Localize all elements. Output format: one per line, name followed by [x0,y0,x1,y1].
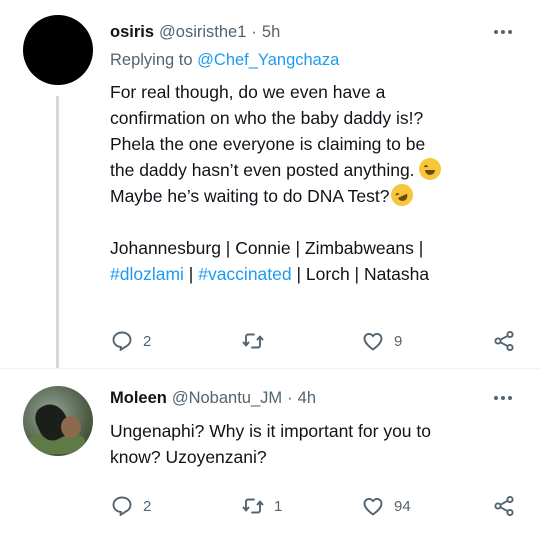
retweet-count: 1 [274,497,283,515]
tweet[interactable]: Moleen @Nobantu_JM · 4h Ungenaphi? Why i… [0,368,540,543]
retweet-icon [242,333,264,349]
like-button[interactable]: 9 [361,326,402,356]
tweet-text: For real though, do we even have a confi… [110,79,522,287]
tweet-actions: 2 9 [110,326,520,356]
reply-bubble-icon [112,496,132,516]
hashtag-link[interactable]: #vaccinated [198,264,291,284]
tweet-actions: 2 1 94 [110,491,520,521]
tags-line: #dlozlami | #vaccinated | Lorch | Natash… [110,261,522,287]
text-line: Phela the one everyone is claiming to be [110,134,426,154]
tweet-header: osiris @osiristhe1 · 5h [110,21,522,43]
laughing-tears-emoji-icon [418,158,441,180]
user-handle[interactable]: @Nobantu_JM [172,389,282,408]
tags-line: Johannesburg | Connie | Zimbabweans | [110,238,424,258]
more-button[interactable] [488,21,518,43]
share-icon [494,495,514,517]
retweet-button[interactable]: 1 [241,491,282,521]
more-horizontal-icon [494,30,512,34]
replying-to-link[interactable]: @Chef_Yangchaza [197,51,339,69]
reply-button[interactable]: 2 [110,491,151,521]
thread-line [56,96,59,368]
text-line: Ungenaphi? Why is it important for you t… [110,421,431,441]
reply-count: 2 [143,497,152,515]
text-line: For real though, do we even have a [110,82,386,102]
text-line: know? Uzoyenzani? [110,447,267,467]
hashtag-link[interactable]: #dlozlami [110,264,184,284]
heart-icon [363,497,383,516]
retweet-button[interactable] [241,326,274,356]
separator-dot: · [251,22,257,41]
heart-icon [363,332,383,351]
separator-dot: · [287,388,293,407]
reply-button[interactable]: 2 [110,326,151,356]
like-count: 9 [394,332,403,350]
rolling-laughing-emoji-icon [386,180,417,210]
timestamp[interactable]: 4h [298,389,316,408]
replying-to: Replying to @Chef_Yangchaza [110,51,522,73]
reply-count: 2 [143,332,152,350]
like-button[interactable]: 94 [361,491,411,521]
tags-tail: | Lorch | Natasha [291,264,430,284]
text-line: confirmation on who the baby daddy is!? [110,108,424,128]
tag-separator: | [183,264,199,284]
replying-to-label: Replying to [110,51,193,69]
text-line: the daddy hasn’t even posted anything. [110,157,522,183]
user-handle[interactable]: @osiristhe1 [159,23,246,42]
timestamp[interactable]: 5h [262,23,280,42]
avatar[interactable] [23,15,93,85]
reply-bubble-icon [112,331,132,351]
display-name[interactable]: osiris [110,23,154,42]
text-line-content: the daddy hasn’t even posted anything. [110,160,415,180]
tweet-header: Moleen @Nobantu_JM · 4h [110,387,522,409]
more-horizontal-icon [494,396,512,400]
tweet[interactable]: osiris @osiristhe1 · 5h Replying to @Che… [0,0,540,368]
share-button[interactable] [492,491,516,521]
text-line-content: Maybe he’s waiting to do DNA Test? [110,186,390,206]
display-name[interactable]: Moleen [110,389,167,408]
share-icon [494,330,514,352]
tweet-text: Ungenaphi? Why is it important for you t… [110,418,522,470]
share-button[interactable] [492,326,516,356]
avatar[interactable] [23,386,93,456]
like-count: 94 [394,497,411,515]
text-line: Maybe he’s waiting to do DNA Test? [110,180,522,210]
retweet-icon [242,498,264,514]
more-button[interactable] [488,387,518,409]
